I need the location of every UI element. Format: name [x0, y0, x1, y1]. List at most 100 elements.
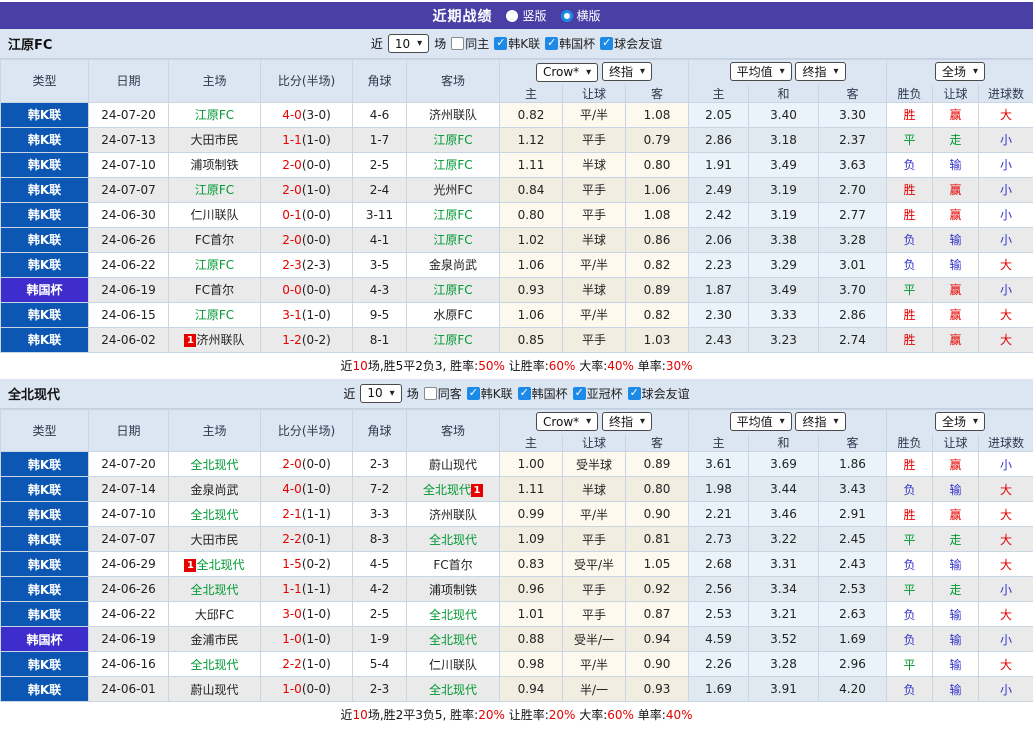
- odds-company-select[interactable]: Crow*: [536, 412, 598, 431]
- result-outcome-cell: 平: [887, 577, 933, 602]
- team-name-link[interactable]: 江原FC: [433, 208, 472, 222]
- team-name-link[interactable]: 全北现代: [190, 583, 238, 597]
- league-checkbox[interactable]: [573, 387, 586, 400]
- team-name-link[interactable]: 全北现代: [429, 608, 477, 622]
- same-venue-filter[interactable]: 同客: [424, 385, 462, 402]
- radio-horizontal-layout[interactable]: 横版: [561, 7, 601, 24]
- team-name-link[interactable]: 江原FC: [433, 158, 472, 172]
- team-name-link[interactable]: 浦项制铁: [190, 158, 238, 172]
- team-name-link[interactable]: 全北现代: [423, 483, 471, 497]
- team-name-link[interactable]: 济州联队: [429, 108, 477, 122]
- same-venue-checkbox[interactable]: [424, 387, 437, 400]
- league-filter[interactable]: 球会友谊: [600, 35, 662, 52]
- home-team-cell: 大田市民: [169, 127, 261, 152]
- same-venue-checkbox[interactable]: [451, 37, 464, 50]
- league-checkbox[interactable]: [628, 387, 641, 400]
- team-name-link[interactable]: 江原FC: [195, 308, 234, 322]
- league-checkbox[interactable]: [494, 37, 507, 50]
- league-filter[interactable]: 韩国杯: [518, 385, 568, 402]
- score-cell: 1-2(0-2): [261, 327, 353, 352]
- avg-time-select[interactable]: 终指: [795, 412, 845, 431]
- result-goals-cell: 大: [979, 302, 1033, 327]
- avg-type-select[interactable]: 平均值: [730, 62, 792, 81]
- team-name-link[interactable]: 大邱FC: [195, 608, 234, 622]
- team-name-link[interactable]: 仁川联队: [190, 208, 238, 222]
- avg-away-cell: 2.91: [819, 502, 887, 527]
- half-score: (1-0): [302, 632, 331, 646]
- league-filter[interactable]: 韩K联: [494, 35, 540, 52]
- team-name-link[interactable]: 大田市民: [190, 533, 238, 547]
- team-name-link[interactable]: 浦项制铁: [429, 583, 477, 597]
- team-name-link[interactable]: 全北现代: [190, 508, 238, 522]
- league-filter-label: 亚冠杯: [587, 385, 623, 402]
- team-name-link[interactable]: 仁川联队: [429, 658, 477, 672]
- odds-home-cell: 1.11: [500, 152, 563, 177]
- team-name-link[interactable]: FC首尔: [433, 558, 472, 572]
- team-name-link[interactable]: 全北现代: [429, 683, 477, 697]
- team-name-link[interactable]: 蔚山现代: [429, 458, 477, 472]
- match-row: 韩K联24-07-13大田市民1-1(1-0)1-7江原FC1.12平手0.79…: [1, 127, 1033, 152]
- team-name-link[interactable]: FC首尔: [195, 233, 234, 247]
- scope-select[interactable]: 全场: [935, 412, 985, 431]
- team-name-link[interactable]: 全北现代: [190, 658, 238, 672]
- team-name-link[interactable]: 全北现代: [429, 633, 477, 647]
- team-name-link[interactable]: FC首尔: [195, 283, 234, 297]
- team-name-link[interactable]: 全北现代: [196, 558, 244, 572]
- date-cell: 24-06-01: [89, 677, 169, 702]
- avg-away-cell: 2.86: [819, 302, 887, 327]
- recent-count-select[interactable]: 10: [388, 34, 429, 53]
- league-filter[interactable]: 球会友谊: [628, 385, 690, 402]
- avg-time-select[interactable]: 终指: [795, 62, 845, 81]
- team-name-link[interactable]: 江原FC: [195, 258, 234, 272]
- team-name-link[interactable]: 济州联队: [429, 508, 477, 522]
- same-venue-filter[interactable]: 同主: [451, 35, 489, 52]
- column-header: 角球: [353, 409, 407, 452]
- odds-away-cell: 0.79: [626, 127, 689, 152]
- team-name-link[interactable]: 水原FC: [433, 308, 472, 322]
- league-filter[interactable]: 韩K联: [467, 385, 513, 402]
- recent-count-select[interactable]: 10: [360, 384, 401, 403]
- team-name-link[interactable]: 蔚山现代: [190, 683, 238, 697]
- league-checkbox[interactable]: [600, 37, 613, 50]
- odds-time-select[interactable]: 终指: [602, 412, 652, 431]
- avg-type-select[interactable]: 平均值: [730, 412, 792, 431]
- home-team-cell: 金泉尚武: [169, 477, 261, 502]
- team-name-link[interactable]: 光州FC: [433, 183, 472, 197]
- radio-checked-icon[interactable]: [561, 10, 573, 22]
- odds-handicap-cell: 受半球: [563, 452, 626, 477]
- summary-stat-value: 60%: [549, 359, 576, 373]
- odds-home-cell: 1.01: [500, 602, 563, 627]
- home-team-cell: 1全北现代: [169, 552, 261, 577]
- scope-select[interactable]: 全场: [935, 62, 985, 81]
- odds-time-select[interactable]: 终指: [602, 62, 652, 81]
- team-name-link[interactable]: 江原FC: [433, 333, 472, 347]
- sub-column-header: 让球: [933, 434, 979, 452]
- team-name-link[interactable]: 江原FC: [433, 283, 472, 297]
- odds-away-cell: 0.92: [626, 577, 689, 602]
- league-checkbox[interactable]: [518, 387, 531, 400]
- odds-handicap-cell: 半球: [563, 227, 626, 252]
- league-checkbox[interactable]: [545, 37, 558, 50]
- team-name-link[interactable]: 金泉尚武: [190, 483, 238, 497]
- score-cell: 2-3(2-3): [261, 252, 353, 277]
- odds-home-cell: 1.02: [500, 227, 563, 252]
- home-team-cell: 浦项制铁: [169, 152, 261, 177]
- league-filter[interactable]: 韩国杯: [545, 35, 595, 52]
- team-name-link[interactable]: 金浦市民: [190, 633, 238, 647]
- league-checkbox[interactable]: [467, 387, 480, 400]
- team-name-link[interactable]: 江原FC: [433, 133, 472, 147]
- half-score: (1-0): [302, 308, 331, 322]
- team-name-link[interactable]: 江原FC: [195, 108, 234, 122]
- team-name-link[interactable]: 全北现代: [429, 533, 477, 547]
- team-name-link[interactable]: 全北现代: [190, 458, 238, 472]
- league-filter[interactable]: 亚冠杯: [573, 385, 623, 402]
- team-name-link[interactable]: 江原FC: [195, 183, 234, 197]
- team-name-link[interactable]: 大田市民: [190, 133, 238, 147]
- radio-vertical-layout[interactable]: 竖版: [506, 7, 546, 24]
- team-name-link[interactable]: 金泉尚武: [429, 258, 477, 272]
- radio-unchecked-icon[interactable]: [506, 10, 518, 22]
- odds-company-select[interactable]: Crow*: [536, 63, 598, 82]
- score-cell: 2-0(0-0): [261, 227, 353, 252]
- team-name-link[interactable]: 江原FC: [433, 233, 472, 247]
- team-name-link[interactable]: 济州联队: [196, 333, 244, 347]
